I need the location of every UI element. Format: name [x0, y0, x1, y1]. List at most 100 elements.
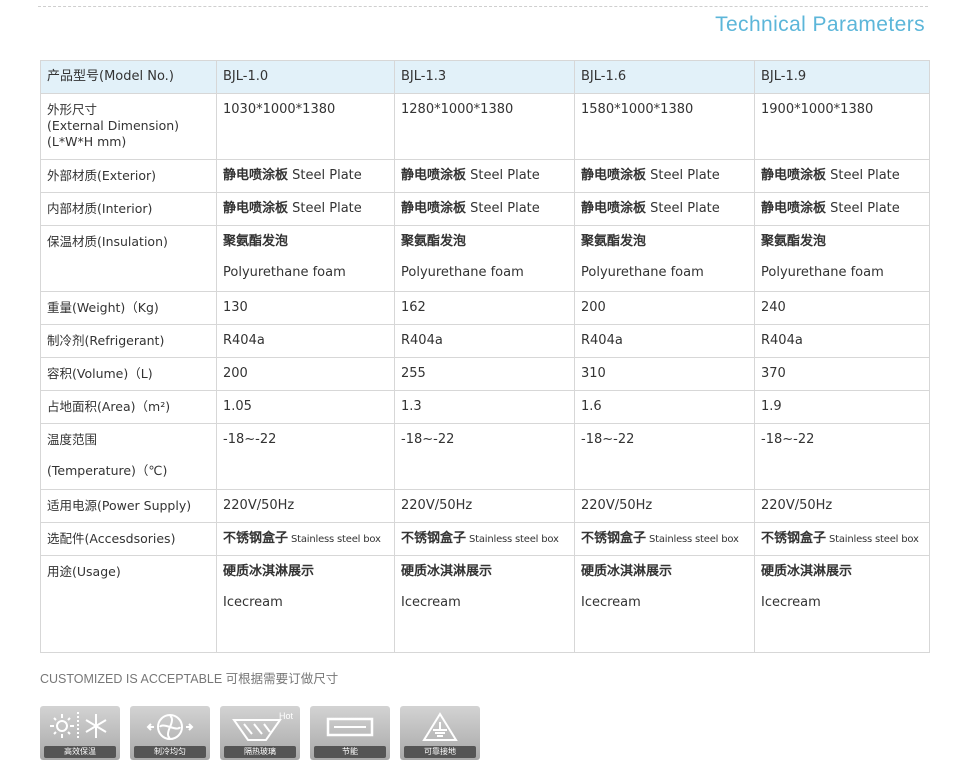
- model-name: BJL-1.9: [761, 69, 807, 84]
- value-cell: R404a: [394, 324, 575, 358]
- value-cell: 硬质冰淇淋展示 Icecream: [574, 555, 755, 653]
- cell-value-cn: 硬质冰淇淋展示: [761, 564, 853, 579]
- table-row: 占地面积(Area)（m²) 1.05 1.3 1.6 1.9: [40, 390, 930, 424]
- model-name: BJL-1.3: [401, 69, 447, 84]
- cell-value-en: Icecream: [581, 595, 641, 610]
- cell-value-en: Steel Plate: [646, 201, 720, 216]
- value-cell: -18~-22: [754, 423, 930, 490]
- table-row: 外形尺寸 (External Dimension) (L*W*H mm) 1030*1…: [40, 93, 930, 160]
- table-row: 保温材质(Insulation) 聚氨酯发泡 Polyurethane foam 聚氨…: [40, 225, 930, 292]
- cell-value-en: Stainless steel box: [646, 534, 739, 545]
- row-label: 温度范围 (Temperature)（℃): [40, 423, 217, 490]
- table-row: 温度范围 (Temperature)（℃) -18~-22 -18~-22 -18~-2…: [40, 423, 930, 490]
- model-name: BJL-1.0: [223, 69, 269, 84]
- cell-value-en: Steel Plate: [826, 168, 900, 183]
- cell-value-en: Icecream: [401, 595, 461, 610]
- cell-value-cn: 聚氨酯发泡: [223, 234, 289, 249]
- battery-icon: [326, 717, 374, 737]
- value-cell: 130: [216, 291, 395, 325]
- cell-value-cn: 聚氨酯发泡: [581, 234, 647, 249]
- row-label: 外形尺寸 (External Dimension) (L*W*H mm): [40, 93, 217, 160]
- cell-value: 1900*1000*1380: [761, 102, 874, 117]
- top-dashed-rule: [38, 6, 928, 7]
- value-cell: 370: [754, 357, 930, 391]
- value-cell: 不锈钢盒子 Stainless steel box: [754, 522, 930, 556]
- feature-caption: 高效保温: [44, 746, 116, 758]
- value-cell: 255: [394, 357, 575, 391]
- model-row: 产品型号(Model No.) BJL-1.0 BJL-1.3 BJL-1.6 BJL-…: [40, 60, 930, 94]
- cell-value: -18~-22: [401, 432, 455, 447]
- cell-value: 静电喷涂板 Steel Plate: [223, 168, 388, 184]
- row-label-text: (L*W*H mm): [47, 134, 127, 149]
- table-row: 用途(Usage) 硬质冰淇淋展示 Icecream 硬质冰淇淋展示 Icecream 硬…: [40, 555, 930, 653]
- cell-value-en: Steel Plate: [646, 168, 720, 183]
- cell-value-en: Steel Plate: [466, 168, 540, 183]
- hot-badge: Hot: [279, 711, 294, 721]
- row-label: 占地面积(Area)（m²): [40, 390, 217, 424]
- ground-warning-icon: [422, 712, 458, 741]
- value-cell: 1.05: [216, 390, 395, 424]
- cell-value-cn: 不锈钢盒子: [761, 531, 827, 546]
- row-label-text: 用途(Usage): [47, 564, 121, 579]
- cell-value-en: Polyurethane foam: [581, 265, 704, 280]
- value-cell: 静电喷涂板 Steel Plate: [754, 192, 930, 226]
- snowflake-sun-icon: [50, 712, 107, 740]
- table-row: 制冷剂(Refrigerant) R404a R404a R404a R404a: [40, 324, 930, 358]
- value-cell: 硬质冰淇淋展示 Icecream: [216, 555, 395, 653]
- model-cell: BJL-1.0: [216, 60, 395, 94]
- section-title: Technical Parameters: [715, 13, 925, 36]
- cell-value-cn: 静电喷涂板: [223, 168, 289, 183]
- value-cell: 不锈钢盒子 Stainless steel box: [394, 522, 575, 556]
- cell-value: 静电喷涂板 Steel Plate: [581, 201, 748, 217]
- value-cell: 220V/50Hz: [574, 489, 755, 523]
- row-label: 容积(Volume)（L): [40, 357, 217, 391]
- feature-caption: 节能: [314, 746, 386, 758]
- cell-value: 静电喷涂板 Steel Plate: [761, 168, 923, 184]
- cell-value-cn: 硬质冰淇淋展示: [401, 564, 493, 579]
- cell-value-en: Stainless steel box: [288, 534, 381, 545]
- feature-energy: 节能: [310, 706, 390, 760]
- cell-value: R404a: [401, 333, 443, 348]
- value-cell: 静电喷涂板 Steel Plate: [394, 192, 575, 226]
- fan-icon: [146, 714, 194, 740]
- value-cell: 1900*1000*1380: [754, 93, 930, 160]
- cell-value: 220V/50Hz: [581, 498, 653, 513]
- cell-value-cn: 静电喷涂板: [581, 201, 647, 216]
- cell-value: 220V/50Hz: [401, 498, 473, 513]
- cell-value: 220V/50Hz: [761, 498, 833, 513]
- row-label: 选配件(Accesdsories): [40, 522, 217, 556]
- row-label: 内部材质(Interior): [40, 192, 217, 226]
- feature-caption: 隔热玻璃: [224, 746, 296, 758]
- value-cell: 静电喷涂板 Steel Plate: [574, 159, 755, 193]
- cell-value: 不锈钢盒子 Stainless steel box: [223, 531, 388, 548]
- row-label-text: 制冷剂(Refrigerant): [47, 333, 165, 348]
- cell-value-cn: 硬质冰淇淋展示: [223, 564, 315, 579]
- cell-value: 240: [761, 300, 786, 315]
- cell-value-cn: 不锈钢盒子: [581, 531, 647, 546]
- cell-value: 不锈钢盒子 Stainless steel box: [581, 531, 748, 548]
- table-row: 容积(Volume)（L) 200 255 310 370: [40, 357, 930, 391]
- cell-value: R404a: [761, 333, 803, 348]
- row-label: 适用电源(Power Supply): [40, 489, 217, 523]
- table-row: 内部材质(Interior) 静电喷涂板 Steel Plate 静电喷涂板 Ste…: [40, 192, 930, 226]
- cell-value: 静电喷涂板 Steel Plate: [581, 168, 748, 184]
- value-cell: R404a: [216, 324, 395, 358]
- cell-value: -18~-22: [761, 432, 815, 447]
- feature-glass: Hot 隔热玻璃: [220, 706, 300, 760]
- value-cell: 1030*1000*1380: [216, 93, 395, 160]
- cell-value-en: Stainless steel box: [826, 534, 919, 545]
- cell-value: 静电喷涂板 Steel Plate: [223, 201, 388, 217]
- model-name: BJL-1.6: [581, 69, 627, 84]
- cell-value-en: Polyurethane foam: [223, 265, 346, 280]
- cell-value: 1580*1000*1380: [581, 102, 694, 117]
- value-cell: 聚氨酯发泡 Polyurethane foam: [216, 225, 395, 292]
- row-label-text: 外部材质(Exterior): [47, 168, 157, 183]
- value-cell: 聚氨酯发泡 Polyurethane foam: [394, 225, 575, 292]
- cell-value-en: Steel Plate: [288, 168, 362, 183]
- value-cell: 不锈钢盒子 Stainless steel box: [216, 522, 395, 556]
- value-cell: 聚氨酯发泡 Polyurethane foam: [574, 225, 755, 292]
- cell-value-cn: 静电喷涂板: [761, 201, 827, 216]
- cell-value: 220V/50Hz: [223, 498, 295, 513]
- feature-cooling: 制冷均匀: [130, 706, 210, 760]
- model-cell: BJL-1.6: [574, 60, 755, 94]
